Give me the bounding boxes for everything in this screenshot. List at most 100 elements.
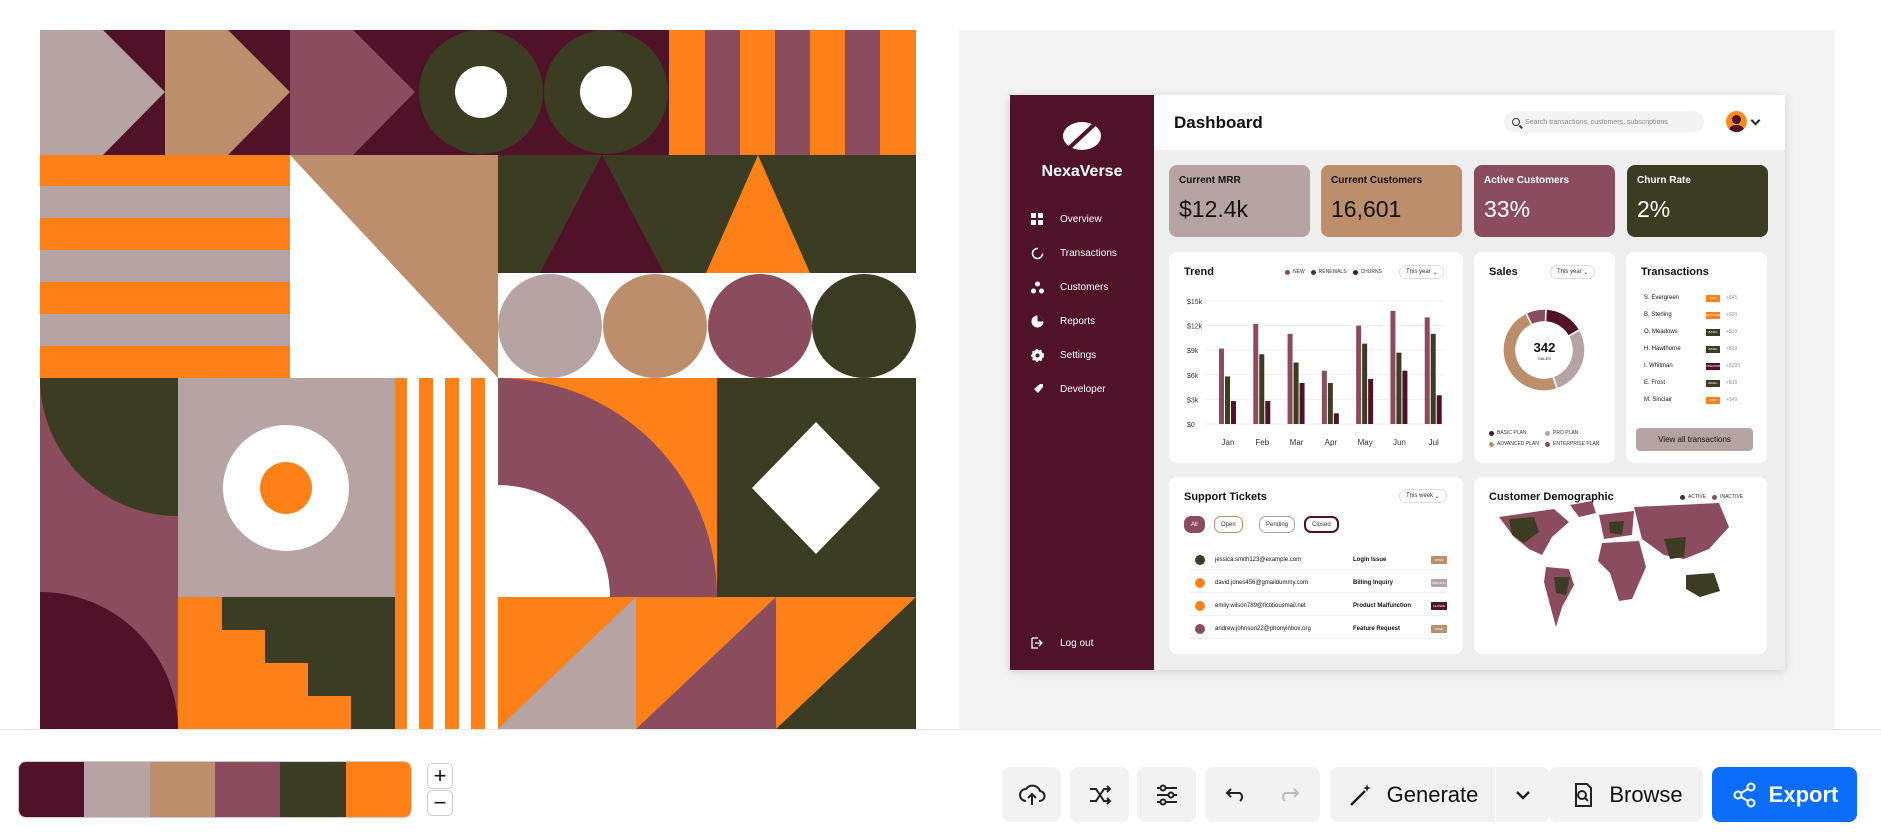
- search-placeholder: Search transactions, customers, subscrip…: [1525, 118, 1668, 126]
- tickets-title: Support Tickets: [1184, 491, 1267, 503]
- logout-icon: [1030, 636, 1044, 650]
- legend-dot: [1489, 441, 1494, 447]
- plan-badge: PRO: [1706, 294, 1720, 302]
- pattern-canvas: [40, 30, 916, 729]
- amount: +$299: [1726, 363, 1741, 369]
- filter-pending[interactable]: Pending: [1259, 516, 1296, 533]
- status-dot: [1195, 600, 1205, 611]
- nav-settings[interactable]: Settings: [1030, 345, 1096, 365]
- world-map: [1499, 501, 1729, 627]
- bar-renewals-jul: [1430, 333, 1436, 424]
- nav-developer[interactable]: Developer: [1030, 379, 1106, 399]
- plan-badge: ADVANCED: [1704, 311, 1722, 319]
- transaction-row[interactable]: H. Hawthorne BASIC +$19: [1644, 343, 1750, 355]
- palette-swatch-4[interactable]: [214, 762, 281, 817]
- y-tick-label: $0: [1187, 422, 1195, 429]
- palette-swatch-2[interactable]: [84, 762, 150, 817]
- palette-swatch-6[interactable]: [345, 762, 411, 817]
- transaction-row[interactable]: E. Frost BASIC +$19: [1644, 377, 1750, 389]
- status-badge: PENDING: [1431, 578, 1447, 587]
- bar-renewals-jun: [1396, 352, 1402, 424]
- legend-dot: [1545, 430, 1550, 436]
- status-badge: OPEN: [1431, 555, 1447, 564]
- nav-label: Reports: [1060, 315, 1096, 327]
- zoom-in-button[interactable]: +: [427, 763, 453, 789]
- browse-button[interactable]: Browse: [1549, 767, 1703, 822]
- legend-label: ADVANCED PLAN: [1497, 441, 1539, 447]
- nav-logout[interactable]: Log out: [1030, 633, 1093, 653]
- legend-label: PRO PLAN: [1553, 430, 1579, 436]
- kpi-card-active: Active Customers 33%: [1474, 165, 1615, 237]
- generate-button-group: Generate: [1330, 767, 1550, 822]
- filter-open[interactable]: Open: [1214, 516, 1243, 533]
- kpi-card-mrr: Current MRR $12.4k: [1169, 165, 1310, 237]
- generate-dropdown[interactable]: [1496, 767, 1550, 822]
- period-label: This week: [1406, 493, 1434, 499]
- nav-reports[interactable]: Reports: [1030, 311, 1095, 331]
- export-label: Export: [1768, 781, 1839, 807]
- palette-swatch-3[interactable]: [149, 762, 215, 817]
- bar-renewals-mar: [1293, 362, 1299, 424]
- dashboard-mockup: NexaVerse Overview Transactions Customer…: [1010, 95, 1785, 670]
- x-tick-label: Feb: [1255, 438, 1269, 447]
- redo-icon[interactable]: [1277, 781, 1305, 809]
- transaction-row[interactable]: M. Sinclair PRO +$49: [1644, 394, 1750, 406]
- undo-icon[interactable]: [1220, 781, 1248, 809]
- kpi-label: Churn Rate: [1637, 175, 1691, 186]
- bar-new-apr: [1321, 370, 1327, 424]
- amount: +$45: [1726, 295, 1738, 301]
- palette-swatch-1[interactable]: [19, 762, 85, 817]
- palette-swatch-5[interactable]: [280, 762, 346, 817]
- transaction-row[interactable]: I. Whitman ENTERPRISE +$299: [1644, 360, 1750, 372]
- ticket-email: jessica.smith123@example.com: [1215, 556, 1302, 563]
- chevron-down-icon[interactable]: [1750, 115, 1761, 126]
- bar-new-jun: [1390, 310, 1396, 424]
- document-search-icon: [1575, 782, 1593, 807]
- brand-logo-icon: [1063, 121, 1101, 151]
- ticket-row[interactable]: emily.wilson789@fictitiousmail.net Produc…: [1189, 596, 1447, 616]
- status-badge: OPEN: [1431, 624, 1447, 633]
- nav-overview[interactable]: Overview: [1030, 209, 1102, 229]
- avatar[interactable]: [1726, 111, 1747, 132]
- search-input[interactable]: Search transactions, customers, subscrip…: [1504, 111, 1704, 133]
- x-tick-label: Jan: [1222, 438, 1235, 447]
- ticket-row[interactable]: andrew.johnson22@phonyinbox.org Feature R…: [1189, 619, 1447, 639]
- customer-name: S. Evergreen: [1644, 295, 1680, 301]
- y-tick-label: $12k: [1187, 324, 1203, 331]
- kpi-value: $12.4k: [1179, 196, 1249, 222]
- bar-new-may: [1356, 325, 1362, 424]
- bar-renewals-apr: [1327, 383, 1333, 424]
- y-tick-label: $15k: [1187, 299, 1203, 306]
- transaction-row[interactable]: B. Sterling ADVANCED +$99: [1644, 309, 1750, 321]
- magic-wand-icon: [1349, 783, 1371, 806]
- kpi-card-churn: Churn Rate 2%: [1627, 165, 1768, 237]
- adjust-button[interactable]: [1137, 767, 1196, 822]
- upload-button[interactable]: [1002, 767, 1061, 822]
- bar-churns-jul: [1436, 395, 1442, 424]
- nav-customers[interactable]: Customers: [1030, 277, 1108, 297]
- tickets-period-select[interactable]: This week ⌄: [1399, 489, 1447, 503]
- ticket-row[interactable]: david.jones456@gmaildummy.com Billing Inq…: [1189, 573, 1447, 593]
- view-all-transactions-button[interactable]: View all transactions: [1636, 428, 1753, 451]
- legend-label: BASIC PLAN: [1497, 430, 1527, 436]
- bar-churns-mar: [1299, 383, 1305, 424]
- india-active: [1664, 537, 1686, 559]
- generate-label: Generate: [1386, 781, 1479, 807]
- transaction-row[interactable]: S. Evergreen PRO +$45: [1644, 292, 1750, 304]
- ticket-row[interactable]: jessica.smith123@example.com Login Issue O…: [1189, 550, 1447, 570]
- zoom-out-button[interactable]: −: [427, 790, 453, 816]
- plan-badge: BASIC: [1706, 379, 1720, 387]
- filter-all[interactable]: All: [1184, 516, 1205, 533]
- filter-closed[interactable]: Closed: [1304, 516, 1339, 533]
- generate-button[interactable]: Generate: [1330, 767, 1495, 822]
- x-tick-label: Apr: [1325, 438, 1338, 447]
- bar-churns-jun: [1402, 370, 1408, 424]
- bar-renewals-feb: [1259, 354, 1265, 424]
- transactions-title: Transactions: [1641, 266, 1709, 278]
- support-tickets-card: Support Tickets This week ⌄ All Open Pen…: [1169, 477, 1463, 654]
- legend-label: ENTERPRISE PLAN: [1553, 441, 1600, 447]
- shuffle-button[interactable]: [1070, 767, 1129, 822]
- transaction-row[interactable]: O. Meadows BASIC +$19: [1644, 326, 1750, 338]
- nav-transactions[interactable]: Transactions: [1030, 243, 1117, 263]
- export-button[interactable]: Export: [1712, 767, 1857, 822]
